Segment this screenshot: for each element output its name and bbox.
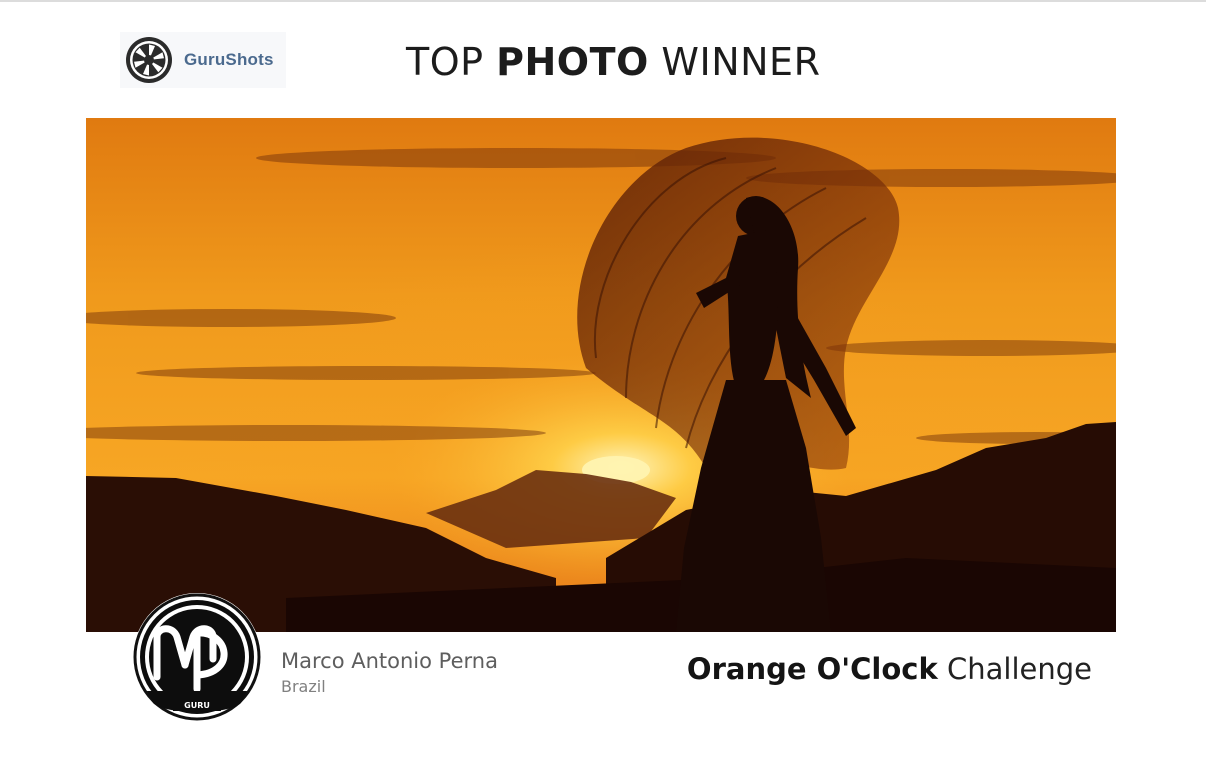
title-prefix: TOP (406, 40, 484, 84)
gurushots-logo[interactable]: GuruShots (120, 32, 286, 88)
photo-scene (86, 118, 1116, 632)
author-avatar[interactable]: GURU (133, 593, 261, 721)
author-name[interactable]: Marco Antonio Perna (281, 649, 498, 673)
challenge-suffix: Challenge (947, 652, 1092, 686)
title-emphasis: PHOTO (496, 40, 649, 84)
mp-monogram-logo: GURU (133, 593, 261, 721)
challenge-title[interactable]: Orange O'Clock Challenge (687, 652, 1092, 686)
title-suffix: WINNER (661, 40, 821, 84)
author-country: Brazil (281, 677, 326, 696)
logo-text: GuruShots (184, 50, 274, 69)
page-title: TOP PHOTO WINNER (406, 38, 820, 86)
top-divider (0, 0, 1206, 2)
avatar-badge-text: GURU (184, 701, 210, 710)
camera-aperture-icon (126, 37, 172, 83)
challenge-name: Orange O'Clock (686, 652, 938, 686)
winning-photo[interactable] (86, 118, 1116, 632)
